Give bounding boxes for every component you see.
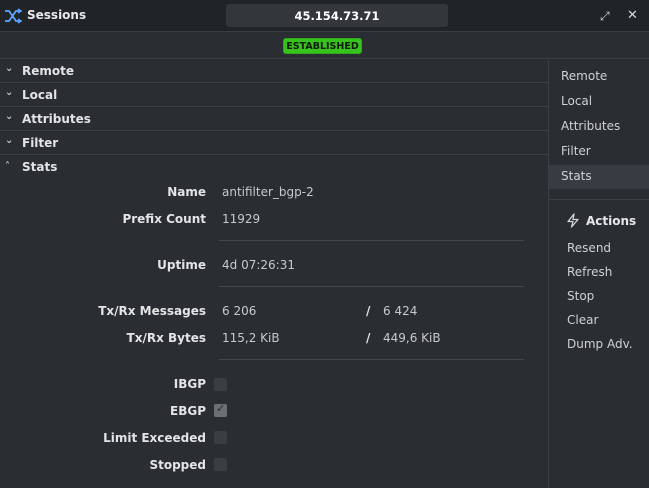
section-label: Attributes <box>22 112 91 126</box>
prefix-count-label: Prefix Count <box>122 212 206 226</box>
bytes-separator: / <box>366 331 371 345</box>
nav-item-remote[interactable]: Remote <box>549 65 649 89</box>
expand-icon[interactable]: ⤢ <box>600 8 610 24</box>
section-label: Filter <box>22 136 59 150</box>
lightning-bolt-icon <box>567 213 579 228</box>
section-label: Stats <box>22 160 58 174</box>
status-strip: ESTABLISHED <box>0 32 649 59</box>
resend-button[interactable]: Resend <box>567 241 611 255</box>
messages-rx-value: 6 424 <box>383 304 418 318</box>
section-remote[interactable]: ⌄ Remote <box>0 60 548 83</box>
panel-divider <box>549 199 649 200</box>
messages-tx-value: 6 206 <box>222 304 257 318</box>
shuffle-icon <box>5 8 22 24</box>
nav-item-label: Remote <box>561 69 608 83</box>
dump-adv-button[interactable]: Dump Adv. <box>567 337 633 351</box>
divider <box>219 240 524 241</box>
bytes-label: Tx/Rx Bytes <box>126 331 206 345</box>
address-field[interactable]: 45.154.73.71 <box>226 4 448 27</box>
section-stats[interactable]: ˄ Stats <box>0 156 548 179</box>
ibgp-label: IBGP <box>173 377 206 391</box>
right-panel: Remote Local Attributes Filter Stats Act… <box>548 60 649 488</box>
messages-separator: / <box>366 304 371 318</box>
nav-item-attributes[interactable]: Attributes <box>549 115 649 139</box>
chevron-down-icon: ⌄ <box>5 87 14 98</box>
title-bar: Sessions 45.154.73.71 ⤢ ✕ <box>0 0 649 32</box>
stopped-checkbox[interactable] <box>214 458 227 471</box>
bytes-rx-value: 449,6 KiB <box>383 331 441 345</box>
clear-button[interactable]: Clear <box>567 313 598 327</box>
address-text: 45.154.73.71 <box>294 8 380 23</box>
nav-item-label: Stats <box>561 169 592 183</box>
section-local[interactable]: ⌄ Local <box>0 84 548 107</box>
limit-exceeded-label: Limit Exceeded <box>103 431 206 445</box>
nav-item-local[interactable]: Local <box>549 90 649 114</box>
main-content: ⌄ Remote ⌄ Local ⌄ Attributes ⌄ Filter ˄… <box>0 60 548 488</box>
nav-item-label: Attributes <box>561 119 621 133</box>
divider <box>219 286 524 287</box>
ibgp-checkbox[interactable] <box>214 378 227 391</box>
nav-item-label: Filter <box>561 144 591 158</box>
nav-item-filter[interactable]: Filter <box>549 140 649 164</box>
stop-button[interactable]: Stop <box>567 289 594 303</box>
section-label: Remote <box>22 64 75 78</box>
close-icon[interactable]: ✕ <box>627 8 638 24</box>
stopped-label: Stopped <box>149 458 206 472</box>
messages-label: Tx/Rx Messages <box>98 304 206 318</box>
refresh-button[interactable]: Refresh <box>567 265 612 279</box>
ebgp-label: EBGP <box>170 404 206 418</box>
nav-item-stats[interactable]: Stats <box>549 165 649 189</box>
divider <box>219 359 524 360</box>
section-filter[interactable]: ⌄ Filter <box>0 132 548 155</box>
actions-heading-label: Actions <box>586 214 637 228</box>
ebgp-checkbox[interactable] <box>214 402 227 417</box>
status-badge: ESTABLISHED <box>283 38 362 54</box>
bytes-tx-value: 115,2 KiB <box>222 331 280 345</box>
uptime-label: Uptime <box>157 258 206 272</box>
section-label: Local <box>22 88 58 102</box>
prefix-count-value: 11929 <box>222 212 261 226</box>
section-attributes[interactable]: ⌄ Attributes <box>0 108 548 131</box>
chevron-down-icon: ⌄ <box>5 63 14 74</box>
window-title: Sessions <box>27 8 87 22</box>
uptime-value: 4d 07:26:31 <box>222 258 295 272</box>
chevron-down-icon: ⌄ <box>5 135 14 146</box>
name-value: antifilter_bgp-2 <box>222 185 314 199</box>
chevron-up-icon: ˄ <box>5 161 10 172</box>
nav-item-label: Local <box>561 94 593 108</box>
limit-exceeded-checkbox[interactable] <box>214 431 227 444</box>
name-label: Name <box>167 185 206 199</box>
chevron-down-icon: ⌄ <box>5 111 14 122</box>
